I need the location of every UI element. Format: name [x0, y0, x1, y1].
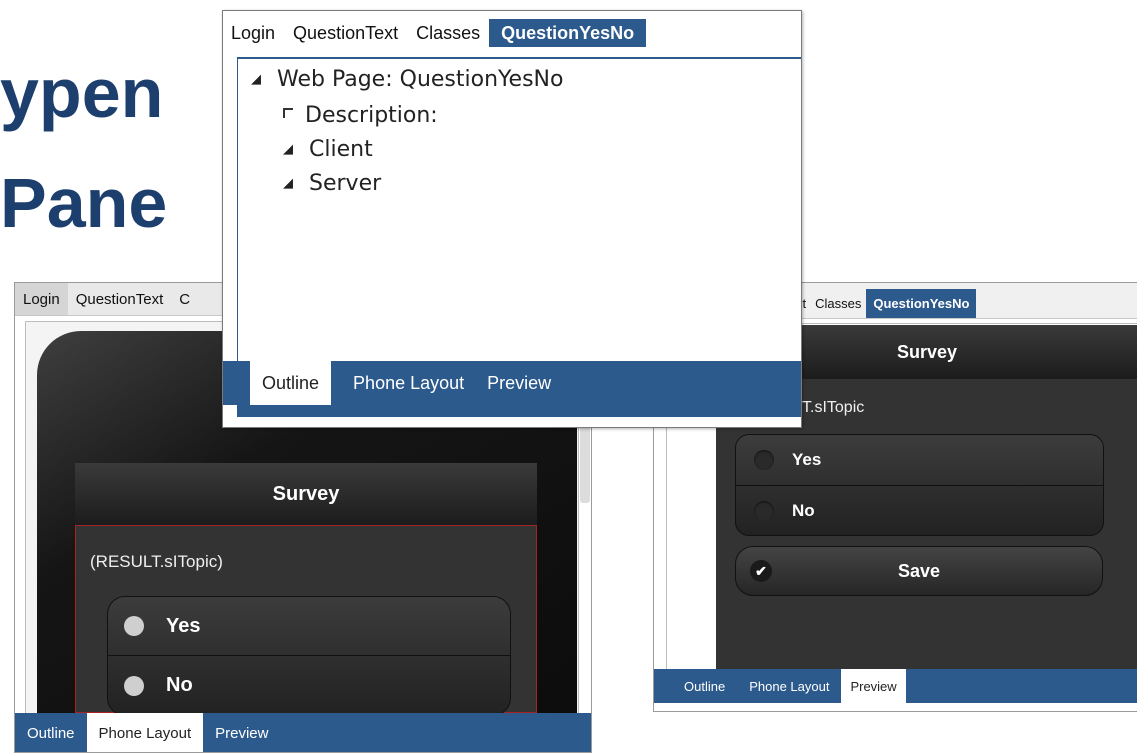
tab-preview[interactable]: Preview	[475, 361, 563, 405]
save-button[interactable]: ✔ Save	[735, 546, 1103, 596]
radio-yes-indicator-icon	[124, 616, 144, 636]
radio-yes[interactable]: Yes	[108, 597, 510, 655]
slide-title-line-1: ypen	[0, 54, 164, 132]
tab-outline[interactable]: Outline	[23, 713, 87, 752]
tab-question-yes-no[interactable]: QuestionYesNo	[866, 289, 977, 318]
outline-window: Login QuestionText Classes QuestionYesNo…	[222, 10, 802, 428]
radio-yes[interactable]: Yes	[736, 435, 1103, 485]
tab-question-yes-no[interactable]: QuestionYesNo	[489, 19, 647, 47]
tree-node-server[interactable]: ◢ Server	[283, 171, 381, 196]
tab-phone-layout[interactable]: Phone Layout	[737, 669, 841, 703]
expanded-triangle-icon[interactable]: ◢	[251, 72, 265, 87]
vertical-scrollbar[interactable]	[580, 423, 590, 503]
radio-yes-label: Yes	[166, 614, 201, 637]
tree-root-label: Web Page: QuestionYesNo	[277, 67, 564, 92]
tab-question-text[interactable]: QuestionText	[68, 283, 172, 315]
radio-yes-label: Yes	[792, 450, 822, 469]
topic-label: (RESULT.sITopic)	[90, 552, 223, 571]
tab-classes[interactable]: Classes	[407, 19, 489, 47]
tab-login[interactable]: Login	[231, 19, 284, 47]
tab-phone-layout[interactable]: Phone Layout	[331, 361, 475, 405]
save-button-label: Save	[897, 560, 941, 581]
radio-yes-indicator-icon	[754, 450, 774, 470]
radio-group: Yes No	[107, 596, 511, 716]
tree-node-description[interactable]: Description:	[283, 103, 438, 128]
view-tab-bar: Outline Phone Layout Preview	[15, 713, 591, 752]
tab-preview[interactable]: Preview	[841, 669, 906, 703]
checkmark-icon: ✔	[750, 560, 772, 582]
tree-root-node[interactable]: ◢ Web Page: QuestionYesNo	[251, 67, 563, 92]
tab-question-text[interactable]: QuestionText	[284, 19, 407, 47]
tab-outline[interactable]: Outline	[250, 361, 332, 405]
leaf-node-icon	[283, 107, 293, 118]
tab-classes[interactable]: Classes	[810, 289, 866, 318]
slide-title-line-2: Pane	[0, 164, 168, 242]
radio-no[interactable]: No	[108, 655, 510, 715]
radio-no-indicator-icon	[124, 675, 144, 696]
radio-no-label: No	[166, 674, 193, 696]
tab-preview[interactable]: Preview	[203, 713, 280, 752]
radio-no-label: No	[792, 500, 815, 520]
page-tab-bar: Login QuestionText Classes QuestionYesNo	[223, 11, 801, 47]
expanded-triangle-icon[interactable]: ◢	[283, 142, 297, 157]
tab-classes[interactable]: C	[171, 283, 198, 315]
tree-node-label: Description:	[305, 103, 438, 128]
expanded-triangle-icon[interactable]: ◢	[283, 176, 297, 191]
tab-phone-layout[interactable]: Phone Layout	[86, 713, 204, 752]
tab-login[interactable]: Login	[15, 283, 68, 315]
tree-node-label: Server	[309, 171, 382, 196]
phone-header: Survey	[75, 463, 537, 525]
radio-no[interactable]: No	[736, 485, 1103, 535]
topic-label: T.sITopic	[802, 399, 865, 416]
outline-window-footer	[237, 405, 801, 417]
view-tab-bar: Outline Phone Layout Preview	[223, 361, 801, 405]
tree-node-client[interactable]: ◢ Client	[283, 137, 373, 162]
radio-no-indicator-icon	[754, 500, 774, 521]
tab-outline[interactable]: Outline	[672, 669, 737, 703]
tree-node-label: Client	[309, 137, 373, 162]
radio-group: Yes No	[735, 434, 1104, 536]
view-tab-bar: Outline Phone Layout Preview	[654, 669, 1137, 703]
